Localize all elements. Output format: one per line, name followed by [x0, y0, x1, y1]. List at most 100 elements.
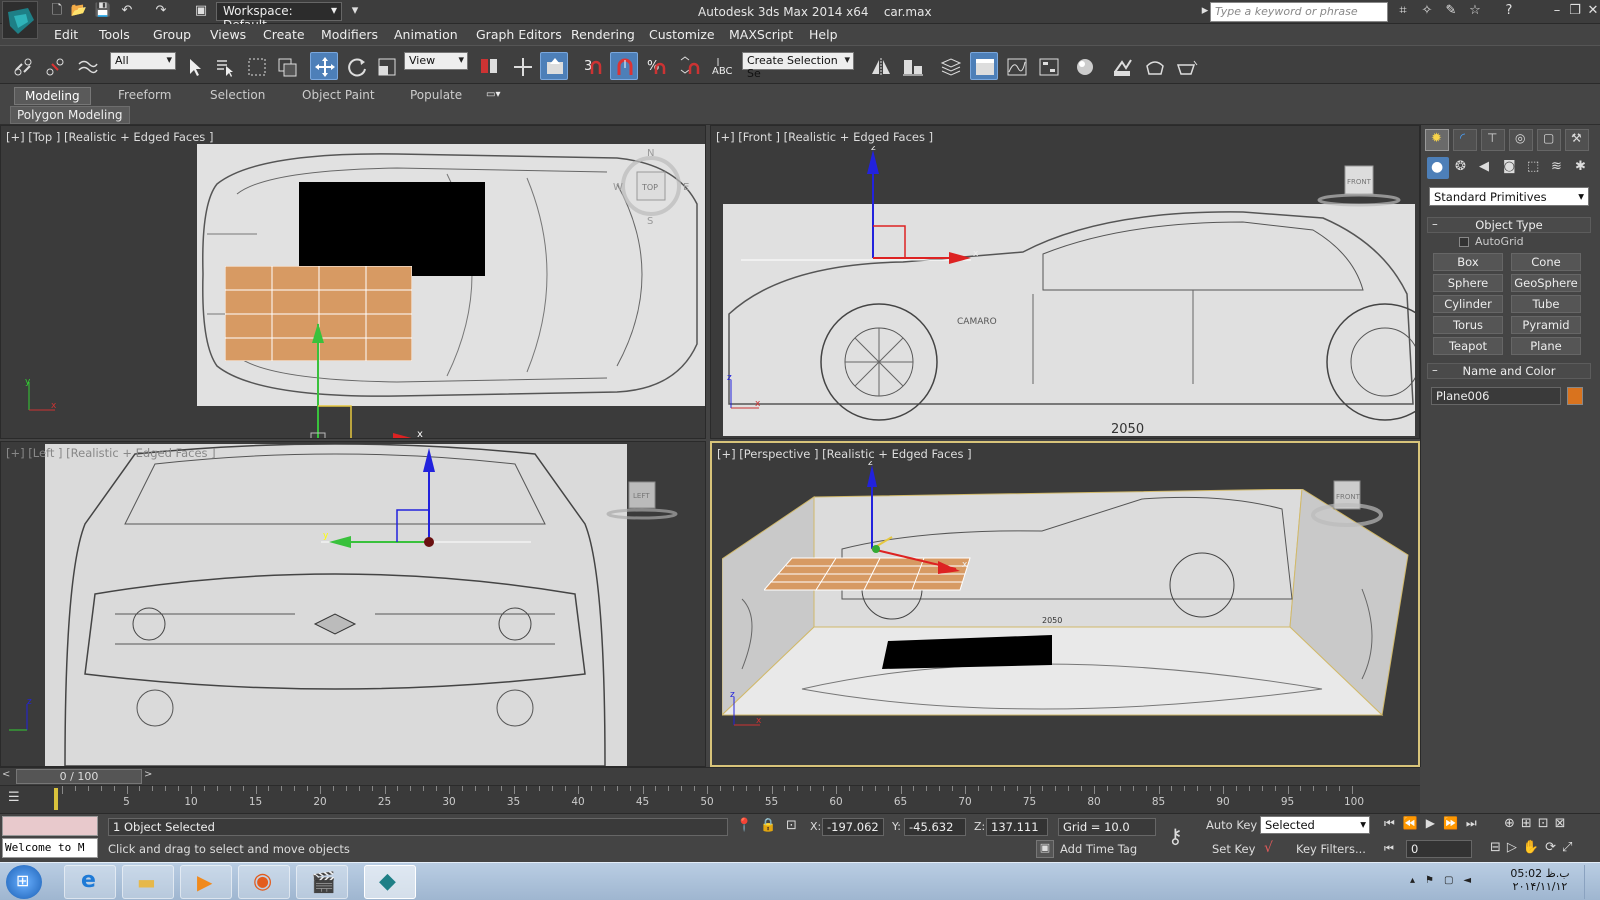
cone-button[interactable]: Cone: [1511, 253, 1581, 271]
select-by-name-icon[interactable]: [210, 52, 238, 80]
cameras-category-icon[interactable]: ◙: [1499, 157, 1521, 179]
select-object-icon[interactable]: [180, 52, 208, 80]
render-setup-icon[interactable]: [1108, 52, 1136, 80]
viewport-perspective[interactable]: [+] [Perspective ] [Realistic + Edged Fa…: [710, 441, 1420, 767]
percent-snap-icon[interactable]: %: [642, 52, 670, 80]
file-explorer-icon[interactable]: ▬: [122, 865, 174, 899]
video-editor-icon[interactable]: 🎬: [296, 865, 348, 899]
selection-lock-icon[interactable]: 🔒: [760, 818, 776, 833]
object-color-swatch[interactable]: [1567, 387, 1583, 405]
redo-icon[interactable]: ↷: [152, 2, 170, 20]
snaps-toggle-icon[interactable]: 3: [578, 52, 606, 80]
display-tab-icon[interactable]: ▢: [1537, 129, 1561, 151]
y-coordinate-input[interactable]: -45.632: [904, 818, 966, 836]
mini-curve-editor-icon[interactable]: ☰: [8, 790, 36, 808]
playback-controls[interactable]: ⏮⏪▶⏩⏭: [1384, 816, 1485, 831]
clock[interactable]: 05:02 ب.ظ ۲۰۱۴/۱۱/۱۲: [1510, 867, 1570, 893]
project-folder-icon[interactable]: ▣: [192, 2, 210, 20]
system-tray-icons[interactable]: ▴⚑▢◄: [1410, 875, 1481, 886]
selection-filter-dropdown[interactable]: All: [110, 52, 176, 70]
trackbar[interactable]: ☰ 5 10 15 20 25 30 35 40 45 50 55 60 65 70 75 80 85 90 95 1…: [0, 785, 1420, 813]
tab-selection[interactable]: Selection: [200, 87, 275, 105]
restore-icon[interactable]: ❐: [1566, 2, 1584, 20]
z-coordinate-input[interactable]: 137.111: [986, 818, 1048, 836]
shapes-category-icon[interactable]: ❂: [1451, 157, 1473, 179]
angle-snap-icon[interactable]: [610, 52, 638, 80]
current-frame-input[interactable]: 0: [1406, 840, 1472, 858]
tab-freeform[interactable]: Freeform: [108, 87, 181, 105]
keyboard-shortcut-override-icon[interactable]: [540, 52, 568, 80]
x-coordinate-input[interactable]: -197.062: [822, 818, 884, 836]
key-tangent-icon[interactable]: √: [1264, 840, 1273, 856]
torus-button[interactable]: Torus: [1433, 316, 1503, 334]
media-player-icon[interactable]: ▶: [180, 865, 232, 899]
menu-create[interactable]: Create: [263, 27, 305, 42]
rendered-frame-icon[interactable]: [1140, 52, 1168, 80]
auto-key-button[interactable]: Auto Key: [1206, 818, 1257, 832]
menu-tools[interactable]: Tools: [99, 27, 130, 42]
internet-explorer-icon[interactable]: e: [64, 865, 116, 899]
viewport-left[interactable]: [+] [Left ] [Realistic + Edged Faces ] y…: [0, 441, 706, 767]
layer-explorer-icon[interactable]: [936, 52, 964, 80]
qa-customize-icon[interactable]: ▾: [346, 2, 364, 20]
menu-graph-editors[interactable]: Graph Editors: [476, 27, 562, 42]
viewcube-front[interactable]: FRONT: [1311, 160, 1407, 208]
select-manipulate-icon[interactable]: [508, 52, 536, 80]
set-key-button[interactable]: Set Key: [1212, 842, 1255, 856]
time-slider-next-icon[interactable]: >: [144, 769, 156, 783]
add-time-tag[interactable]: Add Time Tag: [1060, 842, 1137, 856]
polygon-modeling-panel-button[interactable]: Polygon Modeling: [10, 106, 130, 124]
move-gizmo-front[interactable]: zx: [741, 146, 1041, 286]
workspace-dropdown[interactable]: Workspace: Default▾: [216, 2, 342, 32]
subscription-icon[interactable]: ✧: [1418, 2, 1436, 20]
viewcube-perspective[interactable]: FRONT: [1310, 477, 1390, 535]
cylinder-button[interactable]: Cylinder: [1433, 295, 1503, 313]
viewport-top[interactable]: [+] [Top ] [Realistic + Edged Faces ] yx…: [0, 125, 706, 439]
save-file-icon[interactable]: 💾: [94, 2, 112, 20]
help-icon[interactable]: ?: [1500, 2, 1518, 20]
tab-modeling[interactable]: Modeling: [14, 87, 91, 105]
start-button[interactable]: ⊞: [6, 865, 42, 899]
menu-animation[interactable]: Animation: [394, 27, 458, 42]
minimize-icon[interactable]: –: [1548, 2, 1566, 20]
viewport-left-label[interactable]: [+] [Left ] [Realistic + Edged Faces ]: [6, 446, 216, 460]
firefox-icon[interactable]: ◉: [238, 865, 290, 899]
modify-tab-icon[interactable]: ◜: [1453, 129, 1477, 151]
viewport-perspective-label[interactable]: [+] [Perspective ] [Realistic + Edged Fa…: [717, 447, 972, 461]
spinner-snap-icon[interactable]: [674, 52, 702, 80]
systems-category-icon[interactable]: ✱: [1571, 157, 1593, 179]
motion-tab-icon[interactable]: ◎: [1509, 129, 1533, 151]
select-and-scale-icon[interactable]: [372, 52, 400, 80]
geosphere-button[interactable]: GeoSphere: [1511, 274, 1581, 292]
menu-maxscript[interactable]: MAXScript: [729, 27, 793, 42]
lights-category-icon[interactable]: ◀: [1475, 157, 1497, 179]
menu-customize[interactable]: Customize: [649, 27, 715, 42]
tube-button[interactable]: Tube: [1511, 295, 1581, 313]
hierarchy-tab-icon[interactable]: ⊤: [1481, 129, 1505, 151]
menu-modifiers[interactable]: Modifiers: [321, 27, 378, 42]
rectangular-selection-icon[interactable]: [242, 52, 270, 80]
tab-populate[interactable]: Populate: [400, 87, 472, 105]
time-slider-prev-icon[interactable]: <: [2, 769, 14, 783]
viewport-front[interactable]: [+] [Front ] [Realistic + Edged Faces ] …: [710, 125, 1420, 439]
render-production-icon[interactable]: [1172, 52, 1200, 80]
search-input[interactable]: Type a keyword or phrase: [1210, 2, 1388, 22]
communication-icon[interactable]: ✎: [1442, 2, 1460, 20]
absolute-offset-icon[interactable]: ⊡: [786, 818, 797, 833]
teapot-button[interactable]: Teapot: [1433, 337, 1503, 355]
binoculars-icon[interactable]: ⌗: [1394, 2, 1412, 20]
graphite-ribbon-icon[interactable]: [970, 52, 998, 80]
curve-editor-icon[interactable]: [1002, 52, 1030, 80]
time-tag-icon[interactable]: ▣: [1036, 840, 1054, 858]
pivot-center-icon[interactable]: [474, 52, 502, 80]
undo-icon[interactable]: ↶: [118, 2, 136, 20]
primitive-type-dropdown[interactable]: Standard Primitives: [1429, 187, 1589, 206]
autogrid-checkbox[interactable]: [1459, 237, 1469, 247]
spacewarps-category-icon[interactable]: ≋: [1547, 157, 1569, 179]
utilities-tab-icon[interactable]: ⚒: [1565, 129, 1589, 151]
mirror-icon[interactable]: [866, 52, 894, 80]
viewport-nav-bottom[interactable]: ⊟▷✋⟳⤢: [1490, 840, 1578, 855]
key-filters-button[interactable]: Key Filters...: [1296, 842, 1366, 856]
edit-named-selection-icon[interactable]: ABC: [706, 52, 734, 80]
box-button[interactable]: Box: [1433, 253, 1503, 271]
